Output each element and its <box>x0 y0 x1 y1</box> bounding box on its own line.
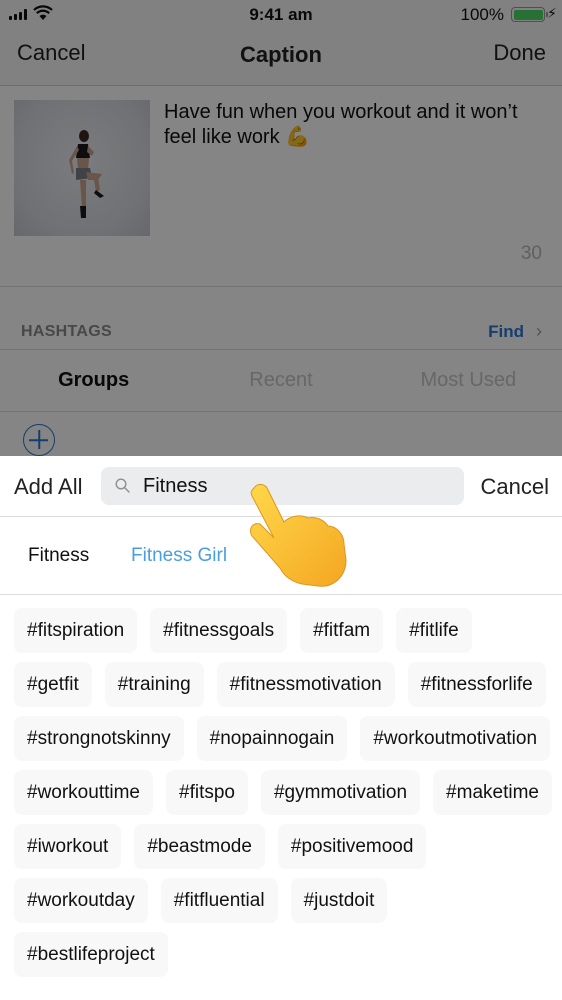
hashtag-chip[interactable]: #fitspiration <box>14 608 138 653</box>
hashtag-chip[interactable]: #workouttime <box>14 770 153 815</box>
hashtag-chip[interactable]: #gymmotivation <box>260 770 421 815</box>
search-cancel-button[interactable]: Cancel <box>481 474 549 500</box>
group-fitness-girl[interactable]: Fitness Girl <box>131 545 227 567</box>
group-fitness[interactable]: Fitness <box>28 545 89 567</box>
hashtag-search-sheet: Add All Cancel Fitness Fitness Girl #fit… <box>0 456 562 1000</box>
hashtag-chip[interactable]: #nopainnogain <box>196 716 348 761</box>
dim-overlay[interactable] <box>0 0 562 456</box>
hashtag-chip[interactable]: #fitnessforlife <box>407 662 546 707</box>
hashtag-chip[interactable]: #positivemood <box>277 824 427 869</box>
hashtag-chip[interactable]: #fitfluential <box>160 878 278 923</box>
search-icon <box>115 478 130 493</box>
hashtag-chip[interactable]: #getfit <box>14 662 92 707</box>
search-row: Add All Cancel <box>0 456 562 517</box>
hashtag-chip[interactable]: #bestlifeproject <box>14 932 168 977</box>
hashtag-chip[interactable]: #maketime <box>433 770 552 815</box>
hashtag-chip[interactable]: #fitnessgoals <box>150 608 288 653</box>
hashtag-chip[interactable]: #fitfam <box>300 608 384 653</box>
search-field[interactable] <box>101 467 464 505</box>
hashtag-chip[interactable]: #workoutmotivation <box>360 716 551 761</box>
hashtag-chip[interactable]: #strongnotskinny <box>14 716 184 761</box>
divider <box>0 594 562 595</box>
add-all-button[interactable]: Add All <box>14 474 83 500</box>
hashtag-chips: #fitspiration #fitnessgoals #fitfam #fitlif… <box>14 608 554 977</box>
hashtag-chip[interactable]: #training <box>104 662 204 707</box>
hashtag-chip[interactable]: #beastmode <box>134 824 265 869</box>
hashtag-chip[interactable]: #workoutday <box>14 878 148 923</box>
group-list: Fitness Fitness Girl <box>0 517 562 594</box>
hashtag-chip[interactable]: #fitspo <box>166 770 248 815</box>
hashtag-chip[interactable]: #iworkout <box>14 824 122 869</box>
hashtag-chip[interactable]: #fitlife <box>396 608 472 653</box>
hashtag-chip[interactable]: #fitnessmotivation <box>216 662 395 707</box>
search-input[interactable] <box>143 467 443 505</box>
hashtag-chip[interactable]: #justdoit <box>290 878 388 923</box>
